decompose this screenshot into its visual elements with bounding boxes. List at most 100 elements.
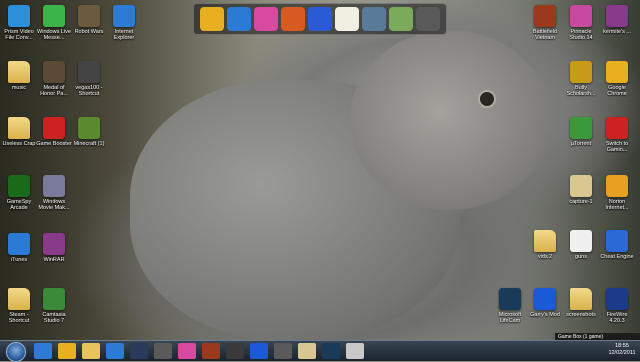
chrome-icon — [606, 61, 628, 83]
taskbar-ie-icon[interactable] — [34, 343, 52, 359]
taskbar-itunes-icon[interactable] — [106, 343, 124, 359]
desktop-icon-vids[interactable]: vids 2 — [527, 230, 563, 260]
robot-icon — [78, 5, 100, 27]
desktop-icon-camtasia[interactable]: Camtasia Studio 7 — [36, 288, 72, 325]
desktop-icon-garrys[interactable]: Garry's Mod — [527, 288, 563, 318]
taskbar-webcam-icon[interactable] — [322, 343, 340, 359]
taskbar: 18:55 12/02/2011 — [0, 340, 640, 362]
taskbar-steam-icon[interactable] — [130, 343, 148, 359]
desktop-icon-label: Windows Live Messe... — [37, 29, 71, 42]
desktop-icon-label: Microsoft LifeCam — [498, 312, 522, 325]
desktop-icon-label: Pinnacle Studio 14 — [569, 29, 593, 42]
desktop-icon-gamebooster[interactable]: Game Booster — [36, 117, 72, 147]
booster-icon — [43, 117, 65, 139]
desktop-icon-lifecam[interactable]: Microsoft LifeCam — [492, 288, 528, 325]
desktop-icon-fraps[interactable]: FireWire 4.20.3 — [599, 288, 635, 325]
desktop-icon-wlm[interactable]: Windows Live Messe... — [36, 5, 72, 42]
dock-computer-icon[interactable] — [362, 7, 386, 31]
taskbar-battlefield-icon[interactable] — [202, 343, 220, 359]
dock-word-icon[interactable] — [308, 7, 332, 31]
desktop-icon-norton[interactable]: Norton Internet... — [599, 175, 635, 212]
dock-chrome-icon[interactable] — [200, 7, 224, 31]
power-icon — [606, 117, 628, 139]
desktop-icon-moh[interactable]: Medal of Honor Pa... — [36, 61, 72, 98]
launcher-dock — [193, 3, 447, 35]
dock-itunes-icon[interactable] — [227, 7, 251, 31]
desktop-icon-label: WinRAR — [43, 257, 65, 263]
taskbar-folder-icon[interactable] — [82, 343, 100, 359]
desktop-icon-label: Garry's Mod — [530, 312, 560, 318]
desktop-icon-itunes[interactable]: iTunes — [1, 233, 37, 263]
desktop-icon-label: Steam - Shortcut — [8, 312, 30, 325]
desktop-icon-uselesscrap[interactable]: Useless Crap — [1, 117, 37, 147]
dock-clipboard-icon[interactable] — [416, 7, 440, 31]
desktop-icon-kermit[interactable]: kermite's ... — [599, 5, 635, 35]
dock-powerpoint-icon[interactable] — [281, 7, 305, 31]
desktop-icon-label: iTunes — [10, 257, 28, 263]
camtasia-icon — [43, 288, 65, 310]
start-button[interactable] — [6, 342, 26, 362]
desktop-icon-label: Internet Explorer — [113, 29, 135, 42]
ie-icon — [113, 5, 135, 27]
pinnacle-icon — [570, 5, 592, 27]
desktop-icon-vegas[interactable]: vegas100 - Shortcut — [71, 61, 107, 98]
desktop-icon-guns[interactable]: guns — [563, 230, 599, 260]
desktop-icon-minecraft[interactable]: Minecraft (1) — [71, 117, 107, 147]
messenger-icon — [43, 5, 65, 27]
desktop-icon-label: capture-1 — [569, 199, 593, 205]
desktop-icon-steam[interactable]: Steam - Shortcut — [1, 288, 37, 325]
desktop-icon-pinnacle[interactable]: Pinnacle Studio 14 — [563, 5, 599, 42]
battlefield-icon — [534, 5, 556, 27]
firewire-icon — [606, 288, 628, 310]
dock-picasa-icon[interactable] — [254, 7, 278, 31]
bully-icon — [570, 61, 592, 83]
desktop-icon-label: Robot Wars — [74, 29, 104, 35]
taskbar-gmod-icon[interactable] — [250, 343, 268, 359]
folder-icon — [8, 61, 30, 83]
desktop-icon-label: FireWire 4.20.3 — [606, 312, 628, 325]
desktop-icon-label: guns — [575, 254, 587, 260]
taskbar-chrome-icon[interactable] — [58, 343, 76, 359]
system-clock[interactable]: 18:55 12/02/2011 — [606, 343, 638, 357]
desktop-icon-prism[interactable]: Prism Video File Conv... — [1, 5, 37, 42]
desktop-icon-cheat[interactable]: Cheat Engine — [599, 230, 635, 260]
desktop-icon-label: Bully Scholarsh... — [566, 85, 596, 98]
taskbar-media-icon[interactable] — [154, 343, 172, 359]
desktop-icon-label: Google Chrome — [607, 85, 627, 98]
desktop-icon-chrome[interactable]: Google Chrome — [599, 61, 635, 98]
desktop-icon-label: vids 2 — [537, 254, 553, 260]
clock-time: 18:55 — [615, 343, 629, 349]
desktop-icon-label: music — [11, 85, 27, 91]
taskbar-picasa-icon[interactable] — [178, 343, 196, 359]
desktop-icon-label: Game Booster — [36, 141, 72, 147]
desktop-icon-bully[interactable]: Bully Scholarsh... — [563, 61, 599, 98]
cheat-icon — [606, 230, 628, 252]
desktop-icon-bfv[interactable]: Battlefield Vietnam — [527, 5, 563, 42]
taskbar-notes-icon[interactable] — [298, 343, 316, 359]
desktop-icon-ie[interactable]: Internet Explorer — [106, 5, 142, 42]
desktop-icon-screenshots[interactable]: screenshots — [563, 288, 599, 318]
desktop-icon-label: Battlefield Vietnam — [532, 29, 558, 42]
taskbar-tool-icon[interactable] — [274, 343, 292, 359]
desktop-icon-label: µTorrent — [570, 141, 592, 147]
desktop-icon-label: screenshots — [566, 312, 596, 318]
taskbar-chart-icon[interactable] — [346, 343, 364, 359]
desktop-icon-wmm[interactable]: Windows Movie Mak... — [36, 175, 72, 212]
folder-icon — [8, 288, 30, 310]
dock-notepad-icon[interactable] — [335, 7, 359, 31]
document-icon — [570, 230, 592, 252]
desktop-icon-switch[interactable]: Switch to Gamin... — [599, 117, 635, 154]
dock-stacks-icon[interactable] — [389, 7, 413, 31]
desktop-icon-label: Windows Movie Mak... — [38, 199, 70, 212]
desktop-icon-label: GameSpy Arcade — [6, 199, 32, 212]
taskbar-game-icon[interactable] — [226, 343, 244, 359]
desktop-icon-winrar[interactable]: WinRAR — [36, 233, 72, 263]
desktop-icon-robotwars[interactable]: Robot Wars — [71, 5, 107, 35]
desktop-icon-label: Cheat Engine — [600, 254, 634, 260]
desktop-icon-utorrent[interactable]: µTorrent — [563, 117, 599, 147]
desktop-icon-capture[interactable]: capture-1 — [563, 175, 599, 205]
desktop-icon-gamespy[interactable]: GameSpy Arcade — [1, 175, 37, 212]
winrar-icon — [43, 233, 65, 255]
desktop-icon-music[interactable]: music — [1, 61, 37, 91]
desktop-icon-label: Norton Internet... — [605, 199, 629, 212]
